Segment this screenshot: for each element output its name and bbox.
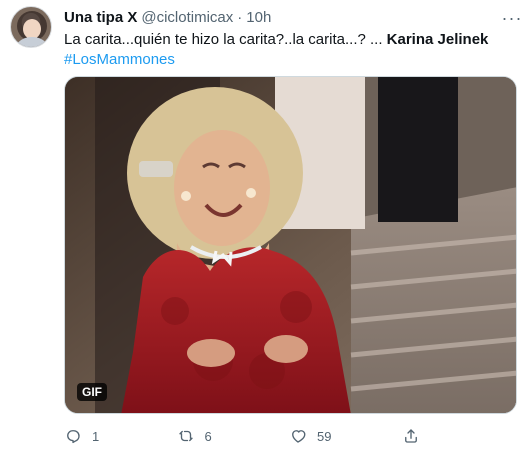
reply-icon [67,430,80,444]
tweet-card[interactable]: Una tipa X @ciclotimicax · 10h ··· La ca… [0,0,530,454]
avatar-face [23,19,41,39]
tweet-text-main: La carita...quién te hizo la carita?..la… [64,31,387,48]
like-button[interactable]: 59 [289,424,402,448]
tweet-text: La carita...quién te hizo la carita?..la… [64,30,519,69]
reply-button[interactable]: 1 [64,424,177,448]
heart-icon [292,430,306,443]
avatar[interactable] [10,6,52,48]
gif-preview-image [65,77,516,413]
retweet-icon [178,430,193,442]
tweet-actions: 1 6 59 [64,424,514,448]
more-options-button[interactable]: ··· [502,8,522,28]
retweet-count: 6 [204,428,212,444]
retweet-button[interactable]: 6 [177,424,290,448]
timestamp[interactable]: 10h [246,8,271,28]
hashtag-link[interactable]: #LosMammones [64,50,175,69]
gif-badge: GIF [77,383,107,401]
avatar-shirt [13,37,51,47]
more-icon: ··· [501,7,523,28]
user-handle[interactable]: @ciclotimicax [141,8,233,28]
tweet-text-bold: Karina Jelinek [386,31,489,48]
share-icon [404,429,417,443]
gif-media[interactable]: GIF [64,76,517,414]
display-name[interactable]: Una tipa X [64,8,137,28]
like-count: 59 [317,428,332,444]
reply-count: 1 [92,428,100,444]
tweet-header: Una tipa X @ciclotimicax · 10h [64,8,271,28]
header-separator: · [237,9,243,26]
share-button[interactable] [402,424,515,448]
